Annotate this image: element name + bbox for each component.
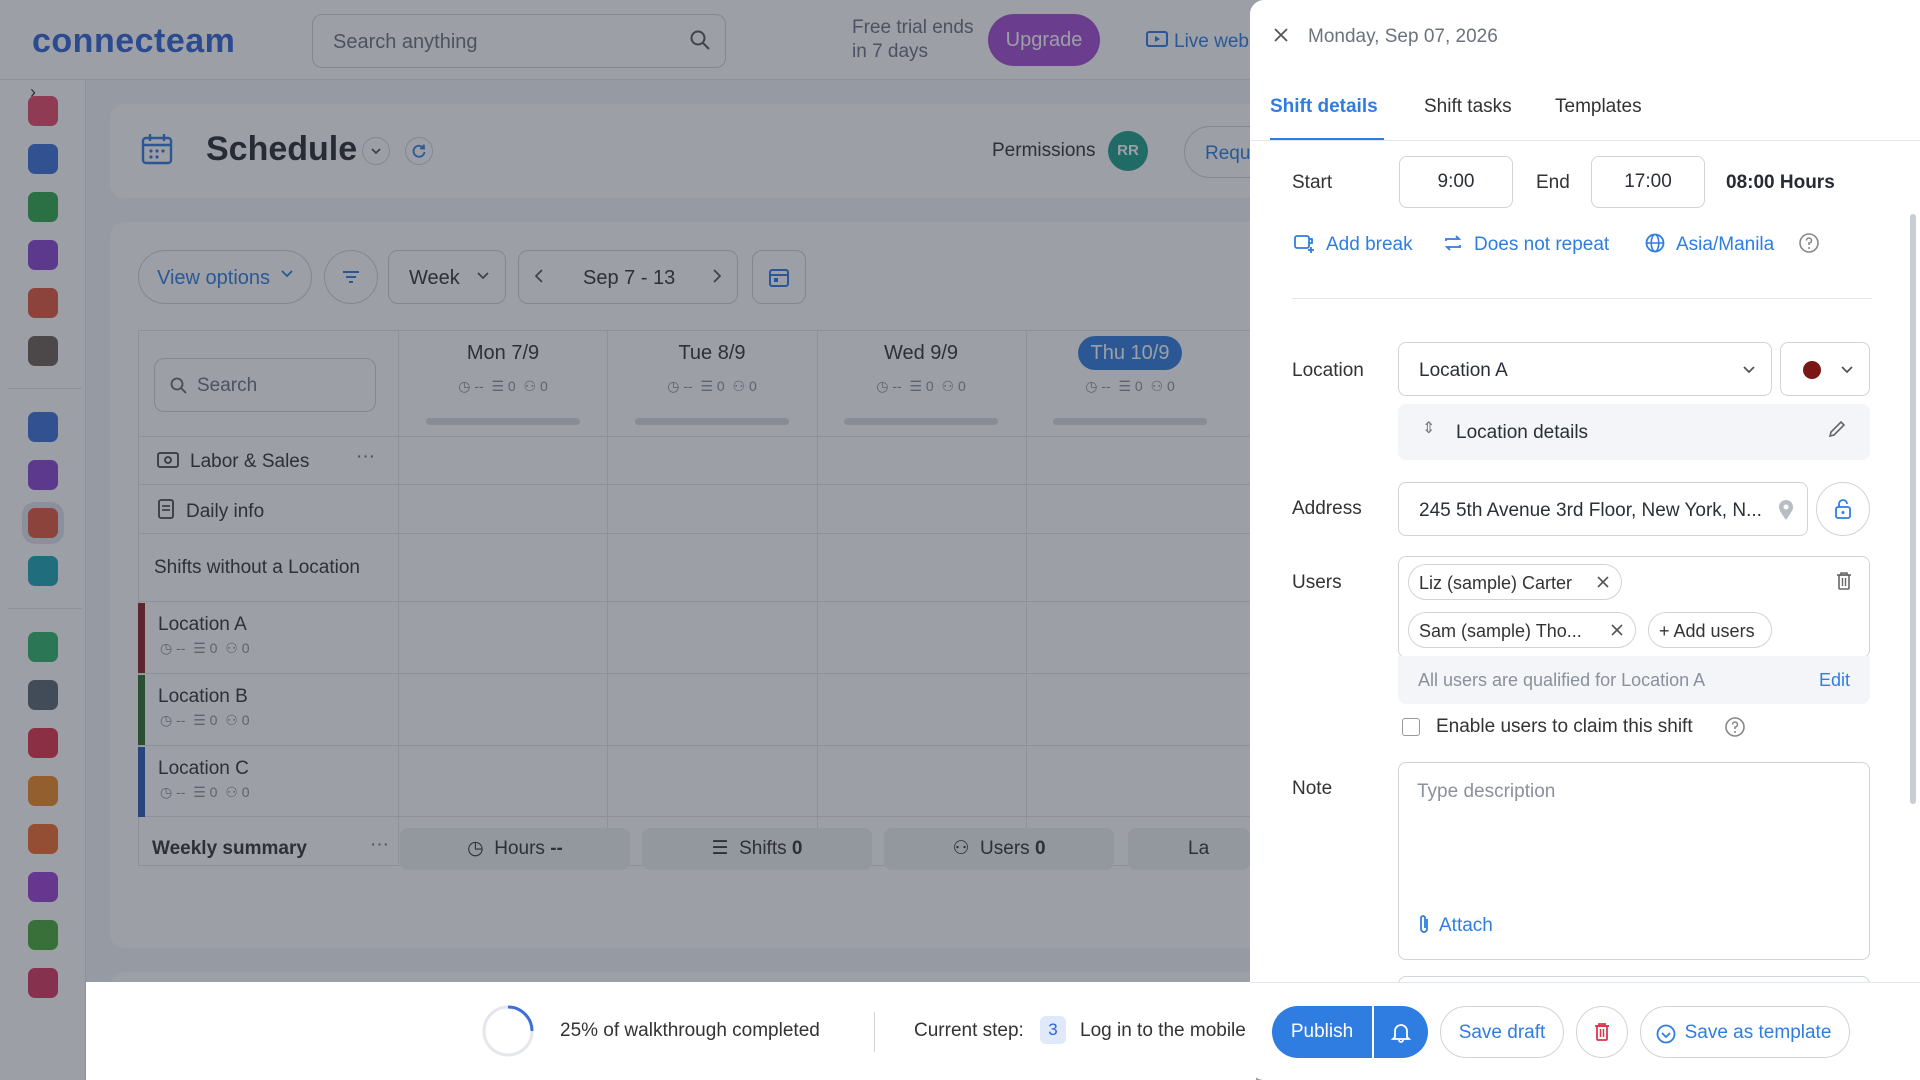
publish-notify-button[interactable] bbox=[1374, 1006, 1428, 1058]
user-chip[interactable]: Liz (sample) Carter bbox=[1408, 564, 1622, 600]
start-time-input[interactable]: 9:00 bbox=[1399, 156, 1513, 208]
claim-shift-checkbox[interactable] bbox=[1402, 718, 1420, 736]
chevron-down-icon bbox=[1839, 361, 1855, 377]
panel-scrollbar[interactable] bbox=[1910, 214, 1916, 804]
shift-details-panel: Monday, Sep 07, 2026 Shift details Shift… bbox=[1250, 0, 1920, 1080]
add-break-link[interactable]: Add break bbox=[1292, 232, 1413, 256]
tab-templates[interactable]: Templates bbox=[1555, 96, 1642, 118]
note-label: Note bbox=[1292, 778, 1333, 799]
lock-icon bbox=[1832, 497, 1854, 521]
current-step-label: Current step: bbox=[914, 1020, 1024, 1041]
claim-shift-label: Enable users to claim this shift bbox=[1436, 716, 1693, 737]
walkthrough-divider bbox=[874, 1012, 875, 1052]
expand-collapse-icon: ⇕ bbox=[1422, 420, 1436, 437]
shift-date: Monday, Sep 07, 2026 bbox=[1308, 26, 1498, 47]
location-color-swatch bbox=[1803, 361, 1821, 379]
close-icon[interactable] bbox=[1272, 26, 1290, 44]
qualification-text: All users are qualified for Location A bbox=[1418, 670, 1706, 690]
globe-icon bbox=[1644, 232, 1666, 254]
map-pin-icon bbox=[1777, 499, 1795, 521]
lock-address-button[interactable] bbox=[1816, 482, 1870, 536]
location-label: Location bbox=[1292, 360, 1364, 381]
timezone-label: Asia/Manila bbox=[1676, 234, 1775, 255]
location-select-value: Location A bbox=[1419, 360, 1508, 381]
tab-divider bbox=[1250, 140, 1920, 141]
tab-shift-tasks[interactable]: Shift tasks bbox=[1424, 96, 1512, 118]
user-chip-name: Liz (sample) Carter bbox=[1419, 573, 1573, 593]
end-label: End bbox=[1536, 172, 1570, 193]
remove-icon[interactable] bbox=[1595, 574, 1611, 590]
start-label: Start bbox=[1292, 172, 1333, 193]
publish-button[interactable]: Publish bbox=[1272, 1006, 1372, 1058]
walkthrough-progress-ring bbox=[482, 1005, 534, 1057]
tab-shift-details[interactable]: Shift details bbox=[1270, 96, 1378, 118]
timezone-dropdown[interactable]: Asia/Manila bbox=[1644, 232, 1774, 256]
location-details-toggle[interactable]: ⇕ Location details bbox=[1398, 404, 1870, 460]
paperclip-icon bbox=[1417, 913, 1431, 935]
walkthrough-progress-text: 25% of walkthrough completed bbox=[560, 1020, 820, 1041]
address-value: 245 5th Avenue 3rd Floor, New York, N... bbox=[1419, 500, 1762, 521]
bell-icon bbox=[1390, 1021, 1412, 1043]
save-draft-button[interactable]: Save draft bbox=[1440, 1006, 1564, 1058]
remove-icon[interactable] bbox=[1609, 622, 1625, 638]
edit-qualification-link[interactable]: Edit bbox=[1819, 670, 1850, 691]
save-as-template-label: Save as template bbox=[1684, 1022, 1832, 1043]
delete-shift-button[interactable] bbox=[1576, 1006, 1628, 1058]
qualification-notice: All users are qualified for Location A E… bbox=[1398, 656, 1870, 704]
add-break-label: Add break bbox=[1326, 234, 1413, 255]
user-chip[interactable]: Sam (sample) Tho... bbox=[1408, 612, 1636, 648]
help-icon[interactable] bbox=[1798, 232, 1820, 254]
current-step-link[interactable]: Log in to the mobile bbox=[1080, 1020, 1246, 1042]
help-icon[interactable] bbox=[1724, 716, 1746, 738]
trash-icon bbox=[1592, 1021, 1612, 1043]
users-label: Users bbox=[1292, 572, 1342, 593]
location-details-label: Location details bbox=[1456, 422, 1589, 443]
chevron-down-icon bbox=[1741, 361, 1757, 377]
note-placeholder: Type description bbox=[1417, 781, 1556, 802]
coffee-icon bbox=[1292, 232, 1316, 254]
address-label: Address bbox=[1292, 498, 1362, 519]
repeat-dropdown[interactable]: Does not repeat bbox=[1442, 232, 1609, 256]
pencil-icon[interactable] bbox=[1826, 418, 1848, 440]
user-chip-name: Sam (sample) Tho... bbox=[1419, 621, 1582, 641]
repeat-label: Does not repeat bbox=[1474, 234, 1610, 255]
shift-duration: 08:00 Hours bbox=[1726, 172, 1835, 193]
end-time-input[interactable]: 17:00 bbox=[1591, 156, 1705, 208]
trash-icon[interactable] bbox=[1834, 570, 1854, 592]
location-select[interactable]: Location A bbox=[1398, 342, 1772, 396]
save-as-template-button[interactable]: Save as template bbox=[1640, 1006, 1850, 1058]
address-input[interactable]: 245 5th Avenue 3rd Floor, New York, N... bbox=[1398, 482, 1808, 536]
location-color-select[interactable] bbox=[1780, 342, 1870, 396]
step-number-badge: 3 bbox=[1040, 1016, 1066, 1044]
add-users-button[interactable]: + Add users bbox=[1648, 612, 1772, 648]
check-circle-icon bbox=[1655, 1023, 1677, 1045]
note-textarea[interactable]: Type description Attach bbox=[1398, 762, 1870, 960]
repeat-icon bbox=[1442, 232, 1464, 254]
section-divider bbox=[1292, 298, 1872, 299]
attach-link[interactable]: Attach bbox=[1417, 913, 1493, 937]
attach-label: Attach bbox=[1439, 915, 1493, 936]
